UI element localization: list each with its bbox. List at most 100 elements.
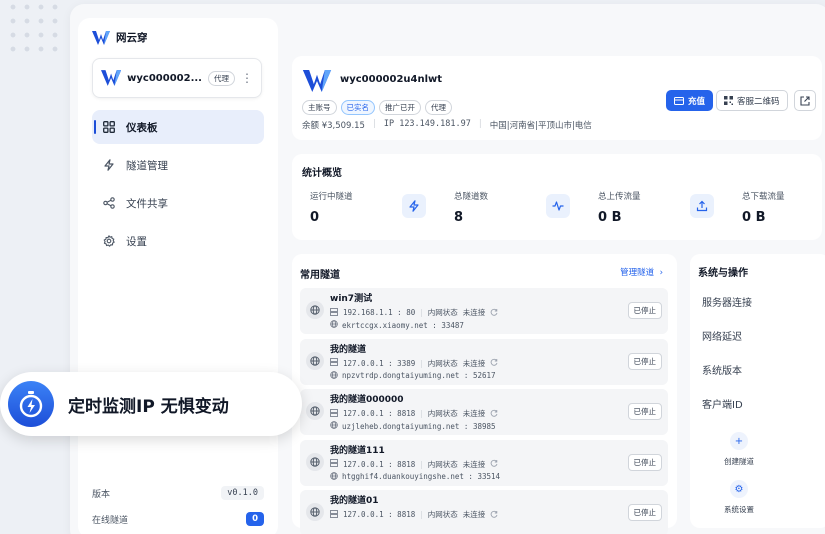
tunnel-remote-address: npzvtrdp.dongtaiyuming.net : 52617: [342, 371, 496, 380]
stat-total-upload: 总上传流量 0 B: [598, 190, 738, 225]
stat-value: 8: [454, 210, 464, 225]
system-operations: 系统与操作 服务器连接 网络延迟 系统版本 客户端ID + 创建隧道 ⚙ 系统设…: [690, 254, 825, 528]
server-icon: [330, 408, 338, 419]
tunnels-title: 常用隧道: [300, 270, 340, 281]
tunnel-row[interactable]: 我的隧道01 127.0.0.1 : 8818 | 内网状态 未连接 已停止: [300, 490, 668, 534]
profile-name: wyc000002u4nlwt: [340, 74, 443, 85]
tunnel-remote-address: ekrtccgx.xiaomy.net : 33487: [342, 320, 464, 330]
promo-banner: 定时监测IP 无惧变动: [0, 372, 302, 436]
more-icon[interactable]: ⋮: [241, 72, 253, 84]
ip-location: 中国|河南省|平顶山市|电信: [489, 121, 592, 131]
tunnel-local-address: 127.0.0.1 : 8818: [343, 409, 416, 418]
tunnel-remote: htgghif4.duankouyingshe.net : 33514: [330, 471, 500, 482]
divider: |: [420, 358, 423, 368]
tunnel-local-address: 127.0.0.1 : 8818: [343, 459, 416, 469]
server-icon: [330, 358, 338, 368]
tunnel-local: 192.168.1.1 : 80 | 内网状态 未连接: [330, 307, 498, 318]
recharge-button[interactable]: 充值: [666, 90, 714, 111]
sidebar-item-dashboard[interactable]: 仪表板: [92, 110, 264, 144]
plus-icon: +: [730, 432, 748, 450]
refresh-icon[interactable]: [490, 510, 498, 520]
tunnel-status-label: 内网状态: [427, 308, 458, 317]
create-tunnel-button[interactable]: + 创建隧道: [704, 432, 774, 467]
refresh-icon[interactable]: [490, 409, 498, 419]
tunnel-status-value: 未连接: [462, 308, 486, 317]
account-switcher[interactable]: wyc000002... 代理 ⋮: [92, 58, 262, 98]
sidebar-item-file-share[interactable]: 文件共享: [92, 186, 264, 220]
tunnel-status-value: 未连接: [462, 358, 486, 368]
tunnel-row[interactable]: win7测试 192.168.1.1 : 80 | 内网状态 未连接 ekrtccgx.x…: [300, 288, 668, 334]
stat-label: 总上传流量: [598, 192, 641, 202]
sidebar-item-label: 仪表板: [126, 121, 158, 134]
profile-card: wyc000002u4nlwt 主账号 已实名 推广已开 代理 余额 ¥3,50…: [292, 56, 822, 140]
share-icon: [102, 196, 116, 210]
divider: |: [478, 119, 482, 129]
upload-icon: [690, 194, 714, 218]
globe-small-icon: [330, 370, 338, 381]
divider: |: [420, 409, 423, 418]
chevron-right-icon: ›: [656, 268, 663, 278]
tunnel-status-value: 未连接: [462, 409, 486, 418]
online-tunnels-label: 在线隧道: [92, 515, 129, 526]
tunnel-status-label: 内网状态: [427, 409, 458, 418]
bolt-icon: [102, 158, 116, 172]
server-icon: [330, 307, 338, 318]
tunnel-stopped-badge[interactable]: 已停止: [627, 403, 662, 420]
role-tag: 代理: [208, 70, 235, 86]
sidebar-item-label: 设置: [126, 235, 147, 248]
version-label: 版本: [92, 489, 111, 500]
tunnel-name: 我的隧道: [330, 344, 367, 355]
tunnel-row[interactable]: 我的隧道 127.0.0.1 : 3389 | 内网状态 未连接 npzvtrdp.don…: [300, 338, 668, 385]
divider: |: [420, 308, 423, 317]
system-settings-button[interactable]: ⚙ 系统设置: [704, 480, 774, 515]
stopwatch-icon: [8, 381, 54, 427]
support-qr-label: 客服二维码: [737, 96, 780, 107]
globe-icon: [306, 503, 324, 521]
external-link-button[interactable]: [794, 90, 816, 111]
version-value: v0.1.0: [221, 486, 264, 500]
create-tunnel-label: 创建隧道: [724, 457, 754, 466]
server-connection-label: 服务器连接: [702, 298, 752, 309]
stat-label: 总隧道数: [454, 192, 489, 202]
tunnel-row[interactable]: 我的隧道000000 127.0.0.1 : 8818 | 内网状态 未连接 uzjleh…: [300, 389, 668, 435]
tunnel-local: 127.0.0.1 : 8818 | 内网状态 未连接: [330, 509, 498, 520]
tunnel-name: 我的隧道01: [330, 496, 379, 506]
manage-tunnels-link[interactable]: 管理隧道 ›: [620, 266, 663, 278]
sidebar-item-label: 文件共享: [126, 197, 168, 210]
support-qr-button[interactable]: 客服二维码: [716, 90, 788, 111]
qr-code-icon: [724, 96, 733, 105]
tunnel-stopped-badge[interactable]: 已停止: [627, 352, 662, 370]
system-settings-label: 系统设置: [724, 505, 754, 514]
balance: 余额 ¥3,509.15: [302, 121, 365, 131]
stat-label: 运行中隧道: [310, 192, 353, 202]
manage-tunnels-label: 管理隧道: [620, 268, 655, 278]
brand-name: 网云穿: [116, 32, 148, 44]
stat-label: 总下载流量: [742, 192, 785, 202]
tunnel-remote: ekrtccgx.xiaomy.net : 33487: [330, 320, 464, 330]
tag-main-account: 主账号: [302, 100, 337, 115]
main-content: wyc000002u4nlwt 主账号 已实名 推广已开 代理 余额 ¥3,50…: [292, 4, 825, 534]
refresh-icon[interactable]: [490, 358, 498, 368]
tunnel-list: win7测试 192.168.1.1 : 80 | 内网状态 未连接 ekrtccgx.x…: [300, 288, 668, 534]
sidebar-item-label: 隧道管理: [126, 159, 168, 172]
tunnel-status-label: 内网状态: [427, 358, 458, 368]
refresh-icon[interactable]: [490, 459, 498, 469]
stat-value: 0 B: [598, 210, 622, 225]
tunnel-status-label: 内网状态: [427, 510, 458, 519]
tunnel-stopped-badge[interactable]: 已停止: [627, 453, 662, 471]
globe-small-icon: [330, 320, 338, 330]
gear-icon: ⚙: [730, 480, 748, 498]
refresh-icon[interactable]: [490, 308, 498, 318]
tunnel-local-address: 192.168.1.1 : 80: [343, 308, 416, 317]
card-icon: [674, 96, 684, 105]
bolt-icon: [402, 194, 426, 218]
tunnel-stopped-badge[interactable]: 已停止: [627, 504, 662, 521]
stat-running-tunnels: 运行中隧道 0: [310, 190, 450, 225]
tunnel-row[interactable]: 我的隧道111 127.0.0.1 : 8818 | 内网状态 未连接 htgghif4.…: [300, 439, 668, 486]
sidebar-item-tunnels[interactable]: 隧道管理: [92, 148, 264, 182]
tunnel-status-value: 未连接: [462, 510, 486, 519]
tunnel-stopped-badge[interactable]: 已停止: [627, 302, 662, 319]
divider: |: [420, 510, 423, 519]
client-id-label: 客户端ID: [702, 400, 743, 411]
sidebar-item-settings[interactable]: 设置: [92, 224, 264, 258]
